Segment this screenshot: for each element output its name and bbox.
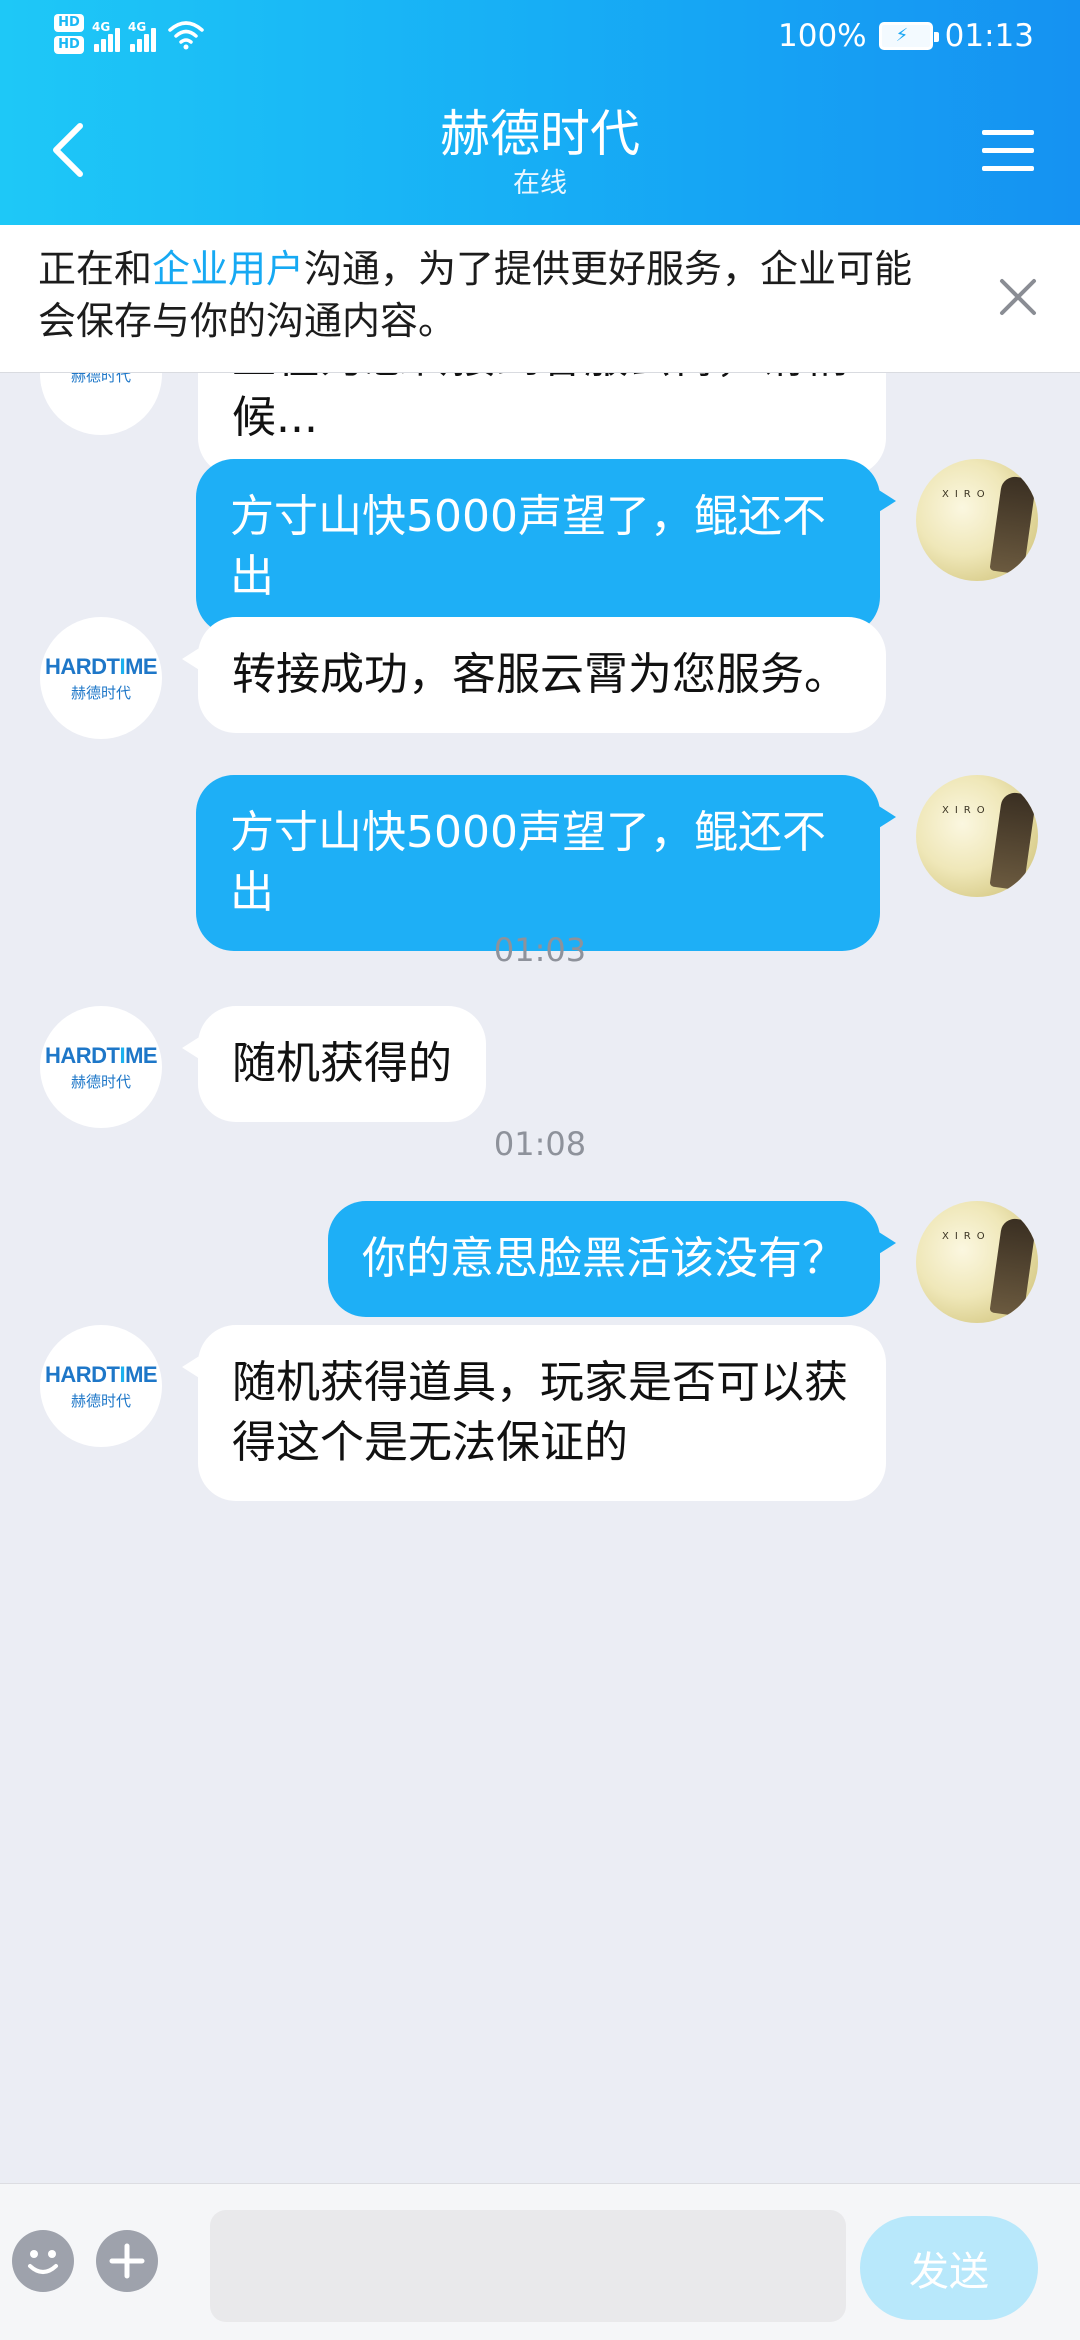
close-icon [1000, 279, 1036, 315]
back-button[interactable] [38, 110, 98, 190]
page-title: 赫德时代 [440, 105, 640, 163]
menu-button[interactable] [968, 110, 1048, 190]
plus-icon [109, 2243, 145, 2279]
avatar-company-logo-icon[interactable]: HARDTIME 赫德时代 [40, 617, 162, 739]
status-time: 01:13 [944, 18, 1034, 54]
status-bar: HD HD 4G 4G 100% ⚡ 01:13 [0, 0, 1080, 75]
avatar-user[interactable]: XIRO [916, 459, 1038, 581]
notice-close-button[interactable] [986, 265, 1050, 329]
message-bubble-incoming[interactable]: 随机获得道具，玩家是否可以获得这个是无法保证的 [182, 1325, 886, 1501]
status-right: 100% ⚡ 01:13 [778, 18, 1034, 54]
battery-percent: 100% [778, 18, 867, 54]
message-bubble-incoming[interactable]: 转接成功，客服云霄为您服务。 [182, 617, 886, 733]
app-header: HD HD 4G 4G 100% ⚡ 01:13 赫德时代 在线 [0, 0, 1080, 225]
message-timestamp: 01:03 [493, 931, 587, 969]
message-bubble-outgoing[interactable]: 方寸山快5000声望了，鲲还不出 [196, 775, 896, 951]
header-title-block: 赫德时代 在线 [0, 102, 1080, 202]
message-input[interactable] [210, 2210, 846, 2322]
notice-text: 正在和企业用户沟通，为了提供更好服务，企业可能会保存与你的沟通内容。 [38, 243, 950, 347]
more-options-button[interactable] [96, 2230, 158, 2292]
avatar-company-logo-icon[interactable]: HARDTIME 赫德时代 [40, 1006, 162, 1128]
emoji-smile-icon [28, 2250, 58, 2274]
avatar-user[interactable]: XIRO [916, 1201, 1038, 1323]
4g-signal-icon: 4G [92, 16, 120, 52]
privacy-notice-banner: 正在和企业用户沟通，为了提供更好服务，企业可能会保存与你的沟通内容。 [0, 225, 1080, 373]
4g-signal-icon: 4G [128, 16, 156, 52]
hd-badge-icon: HD HD [54, 14, 84, 54]
notice-prefix: 正在和 [38, 247, 153, 291]
avatar-company-logo-icon[interactable]: HARDTIME 赫德时代 [40, 1325, 162, 1447]
status-left-icons: HD HD 4G 4G [54, 14, 206, 54]
message-bubble-outgoing[interactable]: 你的意思脸黑活该没有？ [328, 1201, 896, 1317]
message-bubble-outgoing[interactable]: 方寸山快5000声望了，鲲还不出 [196, 459, 896, 635]
message-composer: 发送 [0, 2183, 1080, 2340]
emoji-button[interactable] [12, 2230, 74, 2292]
battery-charging-icon: ⚡ [878, 22, 939, 50]
avatar-user[interactable]: XIRO [916, 775, 1038, 897]
network-label: 4G [128, 20, 147, 34]
hd-label: HD [54, 14, 84, 32]
enterprise-user-link[interactable]: 企业用户 [152, 247, 304, 291]
online-status: 在线 [513, 168, 567, 199]
chevron-left-icon [53, 123, 83, 177]
hamburger-menu-icon [982, 129, 1034, 135]
hd-label: HD [54, 36, 84, 54]
chat-message-list[interactable]: HARDTIME 赫德时代 正在为您转接到客服云霄，请稍候... 方寸山快500… [0, 373, 1080, 2183]
wifi-icon [168, 21, 204, 50]
message-bubble-incoming[interactable]: 随机获得的 [182, 1006, 486, 1122]
message-timestamp: 01:08 [493, 1125, 587, 1163]
send-button[interactable]: 发送 [860, 2216, 1038, 2320]
network-label: 4G [92, 20, 111, 34]
